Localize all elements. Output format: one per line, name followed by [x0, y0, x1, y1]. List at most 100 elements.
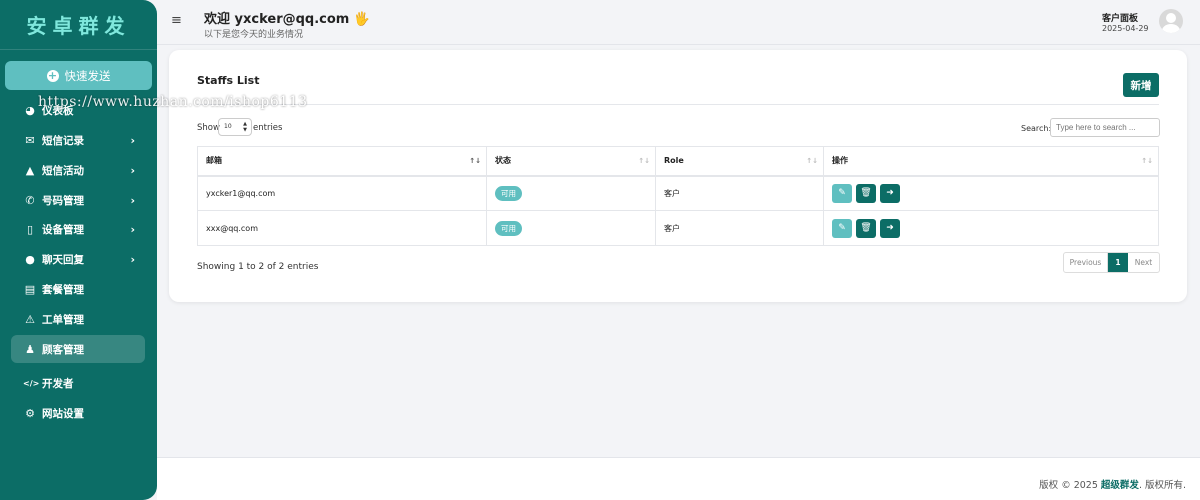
- envelope-icon: ✉: [25, 133, 35, 147]
- cell-email: yxcker1@qq.com: [197, 175, 487, 211]
- sidebar-item-plans[interactable]: ▤ 套餐管理: [11, 275, 145, 303]
- staffs-table: 邮箱 ↑↓ 状态 ↑↓ Role ↑↓ 操作 ↑↓ yxcker1@qq.com…: [197, 146, 1159, 246]
- login-as-button[interactable]: ➜: [880, 218, 900, 238]
- sidebar-item-chat-replies[interactable]: ● 聊天回复 ›: [11, 245, 145, 273]
- login-as-button[interactable]: ➜: [880, 183, 900, 203]
- sidebar: 安卓群发 + 快速发送 ◕ 仪表板 ✉ 短信记录 › ▲ 短信活动 › ✆ 号码…: [0, 0, 157, 500]
- sidebar-item-sms-records[interactable]: ✉ 短信记录 ›: [11, 126, 145, 154]
- sidebar-item-developer[interactable]: </> 开发者: [11, 369, 145, 397]
- column-header-email[interactable]: 邮箱 ↑↓: [197, 146, 487, 177]
- sidebar-item-numbers[interactable]: ✆ 号码管理 ›: [11, 186, 145, 214]
- column-header-role[interactable]: Role ↑↓: [655, 146, 824, 177]
- footer-suffix: . 版权所有.: [1138, 480, 1186, 491]
- sidebar-item-site-settings[interactable]: ⚙ 网站设置: [11, 399, 145, 427]
- sidebar-item-label: 开发者: [42, 377, 74, 390]
- chevron-right-icon: ›: [130, 133, 135, 147]
- header-divider: [157, 44, 1200, 45]
- phone-icon: ✆: [25, 193, 35, 207]
- delete-button[interactable]: 🗑: [856, 218, 876, 238]
- plus-circle-icon: +: [46, 68, 59, 82]
- file-icon: ▤: [24, 282, 36, 296]
- table-info: Showing 1 to 2 of 2 entries: [197, 262, 319, 272]
- cell-actions: ✎ 🗑 ➜: [823, 210, 1159, 246]
- watermark-url: https://www.huzhan.com/ishop6113: [38, 94, 308, 110]
- flask-icon: ▲: [25, 163, 35, 177]
- card-title: Staffs List: [197, 74, 260, 87]
- panel-label: 客户面板: [1102, 14, 1139, 24]
- dashboard-icon: ◕: [25, 103, 35, 117]
- sidebar-item-label: 网站设置: [42, 407, 84, 420]
- footer-prefix: 版权 © 2025: [1039, 480, 1101, 491]
- column-label: 状态: [495, 156, 511, 166]
- chevron-right-icon: ›: [130, 163, 135, 177]
- entries-select[interactable]: 10 ▲ ▼: [218, 118, 252, 136]
- sort-icon: ↑↓: [469, 157, 481, 165]
- staffs-card: Staffs List 新增 Show 10 ▲ ▼ entries Search…: [169, 50, 1187, 302]
- delete-button[interactable]: 🗑: [856, 183, 876, 203]
- edit-button[interactable]: ✎: [832, 183, 852, 203]
- status-badge: 可用: [495, 185, 522, 201]
- cell-role: 客户: [655, 210, 824, 246]
- status-badge: 可用: [495, 220, 522, 236]
- table-row: yxcker1@qq.com 可用 客户 ✎ 🗑 ➜: [197, 175, 1159, 211]
- column-label: Role: [664, 156, 684, 166]
- chat-icon: ●: [25, 252, 35, 266]
- cell-email: xxx@qq.com: [197, 210, 487, 246]
- sidebar-item-label: 短信活动: [42, 164, 84, 177]
- user-plus-icon: ♟: [25, 342, 35, 356]
- sort-icon: ↑↓: [638, 157, 650, 165]
- welcome-heading: 欢迎 yxcker@qq.com 🖐: [204, 12, 371, 27]
- sidebar-item-label: 聊天回复: [42, 253, 84, 266]
- sidebar-item-customers[interactable]: ♟ 顾客管理: [11, 335, 145, 363]
- sidebar-item-label: 设备管理: [42, 223, 84, 236]
- add-button[interactable]: 新增: [1123, 73, 1159, 97]
- quick-send-button[interactable]: + 快速发送: [5, 61, 152, 90]
- column-label: 操作: [832, 156, 848, 166]
- cell-status: 可用: [486, 175, 656, 211]
- sidebar-item-devices[interactable]: ▯ 设备管理 ›: [11, 215, 145, 243]
- footer-copyright: 版权 © 2025 超级群发. 版权所有.: [1039, 477, 1186, 491]
- warning-icon: ⚠: [25, 312, 35, 326]
- column-header-actions[interactable]: 操作 ↑↓: [823, 146, 1159, 177]
- sidebar-item-label: 号码管理: [42, 194, 84, 207]
- sidebar-item-tickets[interactable]: ⚠ 工单管理: [11, 305, 145, 333]
- mobile-icon: ▯: [26, 222, 34, 236]
- footer-brand-link[interactable]: 超级群发: [1101, 480, 1139, 491]
- gear-icon: ⚙: [25, 406, 35, 420]
- search-input[interactable]: [1050, 118, 1160, 137]
- menu-toggle-icon[interactable]: ≡: [171, 13, 182, 28]
- cell-status: 可用: [486, 210, 656, 246]
- sidebar-item-label: 工单管理: [42, 313, 84, 326]
- sidebar-item-sms-campaigns[interactable]: ▲ 短信活动 ›: [11, 156, 145, 184]
- table-row: xxx@qq.com 可用 客户 ✎ 🗑 ➜: [197, 210, 1159, 246]
- sort-icon: ↑↓: [806, 157, 818, 165]
- sidebar-item-label: 短信记录: [42, 134, 84, 147]
- cell-role: 客户: [655, 175, 824, 211]
- avatar[interactable]: [1159, 9, 1183, 33]
- cell-actions: ✎ 🗑 ➜: [823, 175, 1159, 211]
- brand-logo[interactable]: 安卓群发: [0, 0, 157, 50]
- entries-label: entries: [253, 123, 283, 133]
- sidebar-item-label: 套餐管理: [42, 283, 84, 296]
- pagination: Previous 1 Next: [1063, 252, 1160, 273]
- show-label: Show: [197, 123, 220, 133]
- card-divider: [197, 104, 1159, 105]
- welcome-subtitle: 以下是您今天的业务情况: [204, 30, 304, 40]
- chevron-right-icon: ›: [130, 222, 135, 236]
- search-label: Search:: [1021, 124, 1052, 133]
- select-arrows-icon: ▲ ▼: [243, 121, 247, 133]
- sort-icon: ↑↓: [1141, 157, 1153, 165]
- code-icon: </>: [23, 378, 40, 388]
- entries-value: 10: [224, 123, 232, 130]
- pagination-page-1[interactable]: 1: [1108, 253, 1128, 272]
- pagination-previous[interactable]: Previous: [1064, 253, 1108, 272]
- chevron-right-icon: ›: [130, 193, 135, 207]
- column-label: 邮箱: [206, 156, 222, 166]
- chevron-right-icon: ›: [130, 252, 135, 266]
- current-date: 2025-04-29: [1102, 24, 1149, 33]
- edit-button[interactable]: ✎: [832, 218, 852, 238]
- column-header-status[interactable]: 状态 ↑↓: [486, 146, 656, 177]
- pagination-next[interactable]: Next: [1128, 253, 1159, 272]
- table-header-row: 邮箱 ↑↓ 状态 ↑↓ Role ↑↓ 操作 ↑↓: [197, 146, 1159, 177]
- quick-send-label: 快速发送: [64, 68, 111, 83]
